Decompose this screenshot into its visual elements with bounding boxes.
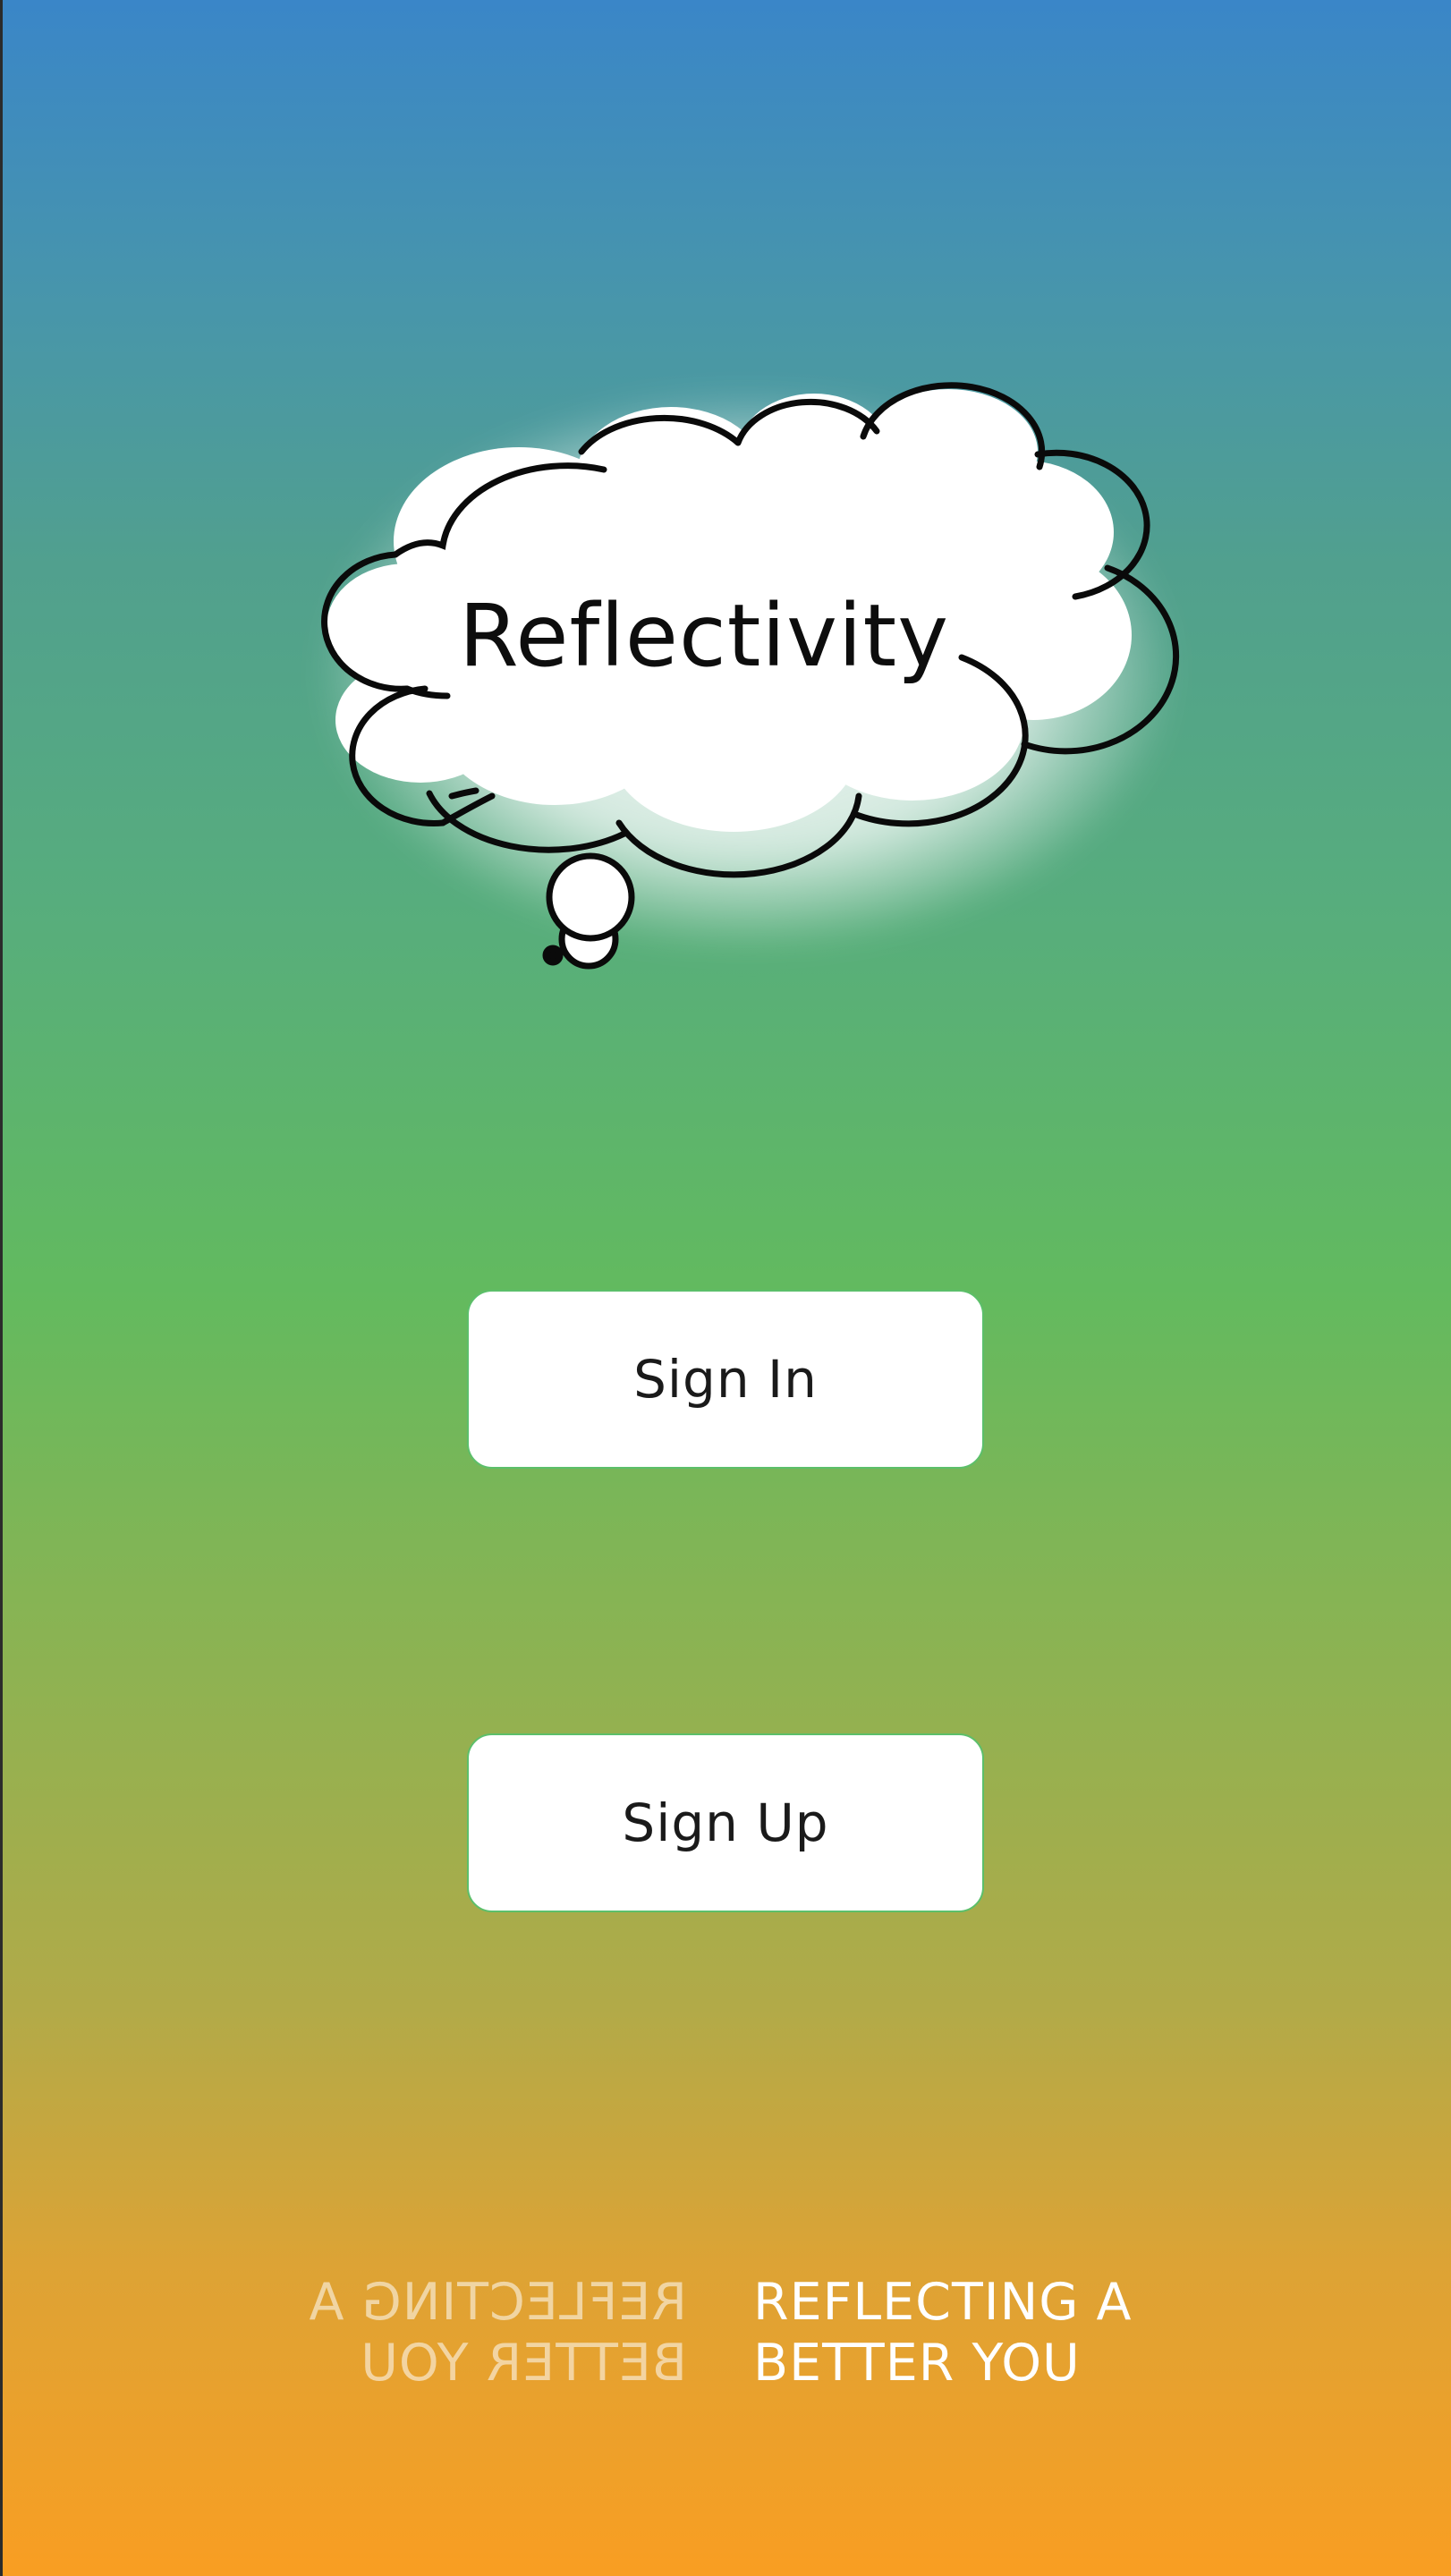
- tagline: REFLECTING A BETTER YOU: [753, 2272, 1218, 2394]
- tagline-reflection-line2: BETTER YOU: [360, 2334, 687, 2393]
- thought-cloud-icon: [321, 382, 1180, 970]
- tagline-reflection: REFLECTING A BETTER YOU: [304, 2272, 687, 2394]
- sign-up-button-label: Sign Up: [622, 1792, 829, 1853]
- app-title: Reflectivity: [458, 586, 949, 686]
- sign-in-button[interactable]: Sign In: [467, 1290, 984, 1469]
- tagline-line2: BETTER YOU: [753, 2334, 1081, 2393]
- left-edge-border: [0, 0, 3, 2576]
- logo: [250, 322, 1243, 1055]
- tagline-line1: REFLECTING A: [753, 2273, 1133, 2332]
- sign-in-button-label: Sign In: [633, 1349, 818, 1410]
- sign-up-button[interactable]: Sign Up: [467, 1733, 984, 1912]
- tagline-reflection-line1: REFLECTING A: [308, 2273, 687, 2332]
